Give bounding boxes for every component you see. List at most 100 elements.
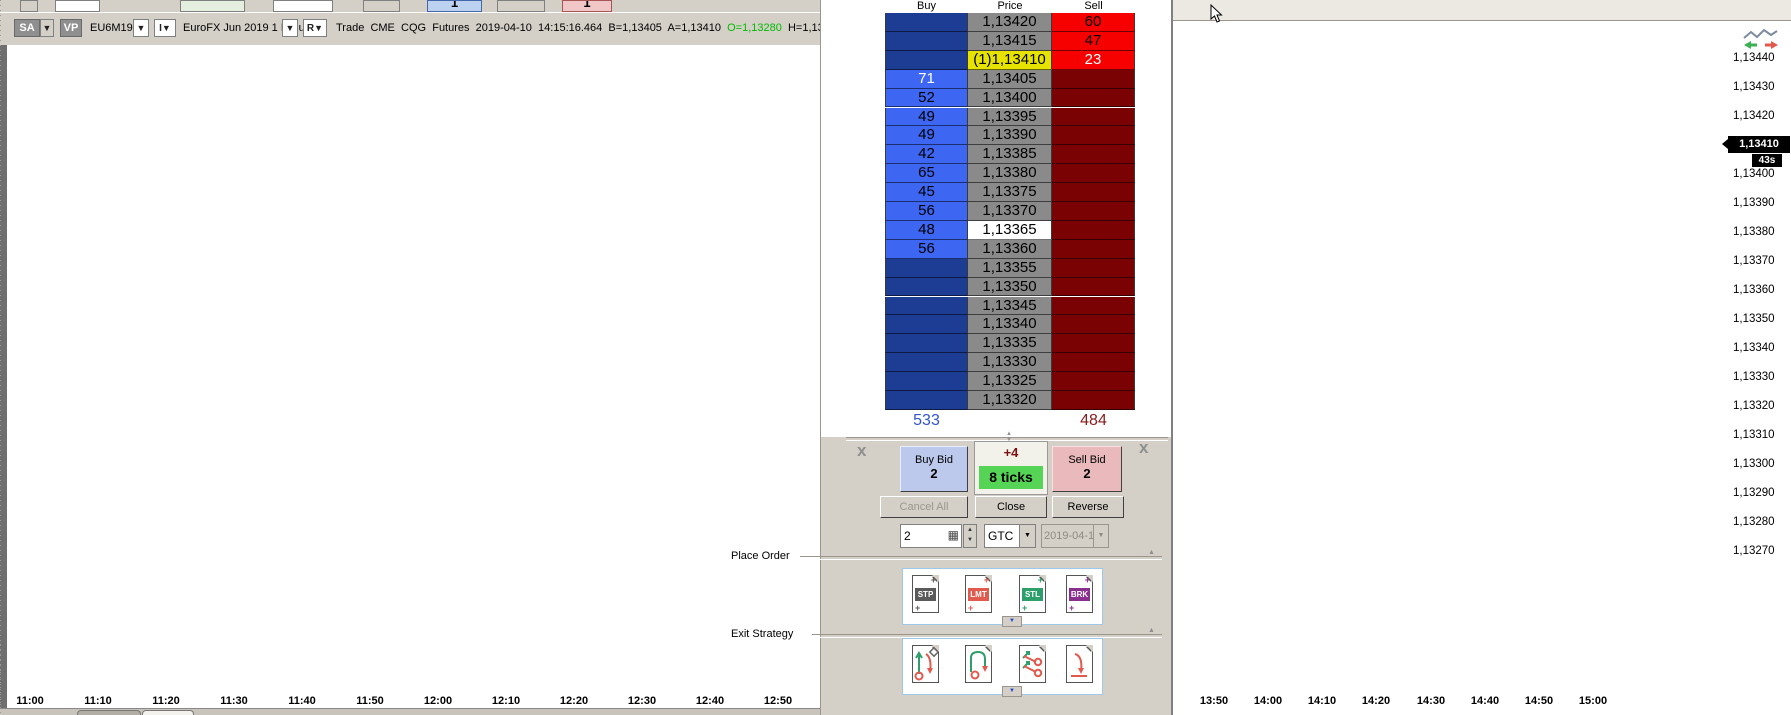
exit-strategy-scale-out-icon[interactable] <box>1019 645 1046 683</box>
dom-price-cell[interactable]: 1,13335 <box>968 334 1052 354</box>
place-order-lmt-icon[interactable]: LMT + + <box>965 575 992 613</box>
dom-sell-cell[interactable] <box>1052 202 1135 221</box>
dom-price-cell[interactable]: 1,13325 <box>968 372 1052 391</box>
resolution-dropdown[interactable]: R▼ <box>303 19 327 37</box>
cancel-all-button[interactable]: Cancel All <box>880 496 968 518</box>
dom-price-cell[interactable]: (1)1,13410 <box>968 50 1052 70</box>
sa-button[interactable]: SA <box>14 19 40 37</box>
dom-price-cell[interactable]: 1,13380 <box>968 164 1052 184</box>
dom-sell-cell[interactable]: 47 <box>1052 31 1135 51</box>
chart-tab[interactable] <box>77 710 141 715</box>
dom-price-cell[interactable]: 1,13355 <box>968 258 1052 278</box>
dom-buy-cell[interactable] <box>885 258 968 278</box>
exit-strategy-trailing-icon[interactable] <box>965 645 992 683</box>
sell-bid-button[interactable]: Sell Bid 2 <box>1052 446 1122 492</box>
series-dropdown[interactable]: ▼ <box>282 19 298 37</box>
dom-price-cell[interactable]: 1,13370 <box>968 202 1052 221</box>
close-left-icon[interactable]: x <box>857 442 866 459</box>
dom-buy-cell[interactable]: 45 <box>885 183 968 202</box>
place-order-brk-icon[interactable]: BRK + + <box>1066 575 1093 613</box>
dom-buy-cell[interactable] <box>885 353 968 373</box>
dom-price-cell[interactable]: 1,13390 <box>968 126 1052 146</box>
top-partial-widget[interactable] <box>20 0 38 12</box>
top-partial-widget[interactable] <box>180 0 245 12</box>
place-order-more-dropdown[interactable]: ▼ <box>1002 616 1022 627</box>
dom-price-cell[interactable]: 1,13345 <box>968 296 1052 316</box>
dom-sell-cell[interactable] <box>1052 220 1135 240</box>
top-partial-widget[interactable] <box>273 0 333 12</box>
dom-sell-cell[interactable] <box>1052 353 1135 373</box>
dom-sell-cell[interactable] <box>1052 126 1135 146</box>
quantity-field[interactable]: 2 ▦ <box>900 524 962 548</box>
chart-tab-active[interactable] <box>142 710 194 715</box>
dom-buy-cell[interactable] <box>885 391 968 410</box>
dom-buy-cell[interactable]: 49 <box>885 107 968 127</box>
place-order-stl-icon[interactable]: STL + + <box>1019 575 1046 613</box>
dom-buy-cell[interactable]: 56 <box>885 202 968 221</box>
dom-price-cell[interactable]: 1,13340 <box>968 315 1052 335</box>
dom-buy-cell[interactable]: 49 <box>885 126 968 146</box>
dom-price-cell[interactable]: 1,13385 <box>968 145 1052 165</box>
dom-sell-cell[interactable] <box>1052 334 1135 354</box>
dom-buy-cell[interactable]: 42 <box>885 145 968 165</box>
buy-market-button[interactable]: 1 <box>427 0 482 12</box>
dom-buy-cell[interactable] <box>885 277 968 297</box>
top-partial-widget[interactable] <box>55 0 100 12</box>
close-right-icon[interactable]: x <box>1139 439 1148 456</box>
dom-buy-cell[interactable] <box>885 31 968 51</box>
dom-sell-cell[interactable] <box>1052 239 1135 259</box>
exit-strategy-breakeven-icon[interactable] <box>912 645 939 683</box>
dom-buy-cell[interactable]: 65 <box>885 164 968 184</box>
price-scale-mode-icon[interactable] <box>1742 28 1780 52</box>
dom-buy-cell[interactable]: 52 <box>885 88 968 108</box>
dom-price-cell[interactable]: 1,13320 <box>968 391 1052 410</box>
symbol-dropdown[interactable]: ▼ <box>133 19 149 37</box>
exit-strategy-collapse-icon[interactable]: ▲ <box>1148 627 1155 634</box>
dom-price-cell[interactable]: 1,13330 <box>968 353 1052 373</box>
dom-price-cell[interactable]: 1,13360 <box>968 239 1052 259</box>
right-chart-window[interactable] <box>1172 0 1791 715</box>
dom-sell-cell[interactable] <box>1052 164 1135 184</box>
close-position-button[interactable]: Close <box>975 496 1047 518</box>
dom-sell-cell[interactable] <box>1052 372 1135 391</box>
interval-dropdown[interactable]: I▼ <box>154 19 176 37</box>
dom-price-cell[interactable]: 1,13375 <box>968 183 1052 202</box>
dom-buy-cell[interactable] <box>885 315 968 335</box>
calculator-icon[interactable]: ▦ <box>948 528 959 542</box>
dom-price-cell[interactable]: 1,13400 <box>968 88 1052 108</box>
dom-sell-cell[interactable] <box>1052 296 1135 316</box>
dom-buy-cell[interactable] <box>885 13 968 32</box>
dom-sell-cell[interactable] <box>1052 88 1135 108</box>
top-partial-widget[interactable] <box>363 0 400 12</box>
dom-sell-cell[interactable] <box>1052 145 1135 165</box>
dom-sell-cell[interactable] <box>1052 391 1135 410</box>
tif-select[interactable]: GTC ▼ <box>984 524 1036 548</box>
dom-buy-cell[interactable] <box>885 372 968 391</box>
dom-sell-cell[interactable]: 23 <box>1052 50 1135 70</box>
exit-strategy-stop-icon[interactable] <box>1066 645 1093 683</box>
place-order-collapse-icon[interactable]: ▲ <box>1148 549 1155 556</box>
left-chart-window[interactable] <box>0 45 820 708</box>
dom-price-cell[interactable]: 1,13405 <box>968 69 1052 89</box>
reverse-button[interactable]: Reverse <box>1052 496 1124 518</box>
dom-sell-cell[interactable] <box>1052 69 1135 89</box>
place-order-stp-icon[interactable]: STP + + <box>912 575 939 613</box>
vp-button[interactable]: VP <box>60 19 82 37</box>
dom-sell-cell[interactable] <box>1052 258 1135 278</box>
sa-dropdown-icon[interactable]: ▼ <box>40 19 54 37</box>
dom-buy-cell[interactable] <box>885 50 968 70</box>
dom-price-cell[interactable]: 1,13365 <box>968 220 1052 240</box>
quantity-stepper[interactable]: ▲ ▼ <box>963 524 977 548</box>
dom-price-cell[interactable]: 1,13420 <box>968 13 1052 32</box>
dom-buy-cell[interactable]: 56 <box>885 239 968 259</box>
dom-price-cell[interactable]: 1,13395 <box>968 107 1052 127</box>
dom-buy-cell[interactable] <box>885 296 968 316</box>
dom-sell-cell[interactable] <box>1052 277 1135 297</box>
top-partial-widget[interactable] <box>497 0 545 12</box>
dom-sell-cell[interactable]: 60 <box>1052 13 1135 32</box>
dom-sell-cell[interactable] <box>1052 315 1135 335</box>
sell-market-button[interactable]: 1 <box>562 0 612 12</box>
dom-buy-cell[interactable]: 48 <box>885 220 968 240</box>
dom-price-cell[interactable]: 1,13350 <box>968 277 1052 297</box>
dom-sell-cell[interactable] <box>1052 183 1135 202</box>
